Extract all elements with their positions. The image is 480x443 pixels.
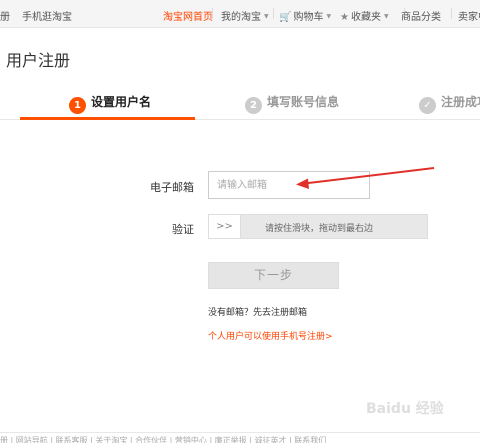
nav-favorites-label: 收藏夹 xyxy=(350,12,381,23)
step-label: 注册成功 xyxy=(441,95,480,109)
step-number-badge: 1 xyxy=(69,97,86,114)
star-icon: ★ xyxy=(340,12,349,23)
nav-cart-label: 购物车 xyxy=(293,12,324,23)
nav-cart-link[interactable]: 🛒 购物车 ▼ xyxy=(279,8,331,23)
watermark-logo: Baidu 经验 xyxy=(366,401,444,417)
mobile-register-link[interactable]: 个人用户可以使用手机号注册> xyxy=(208,329,333,342)
nav-favorites-link[interactable]: ★ 收藏夹 ▼ xyxy=(340,8,389,23)
active-step-underline xyxy=(20,117,195,120)
nav-divider xyxy=(273,8,274,19)
cart-icon: 🛒 xyxy=(279,12,292,23)
step-number-badge: 2 xyxy=(245,97,262,114)
next-step-button[interactable]: 下一步 xyxy=(208,262,339,289)
chevron-down-icon: ▼ xyxy=(326,13,332,20)
step-set-username: 1 设置用户名 xyxy=(69,93,151,114)
chevron-down-icon: ▼ xyxy=(264,13,269,20)
nav-seller-link[interactable]: 卖家中 xyxy=(458,8,480,23)
no-email-text[interactable]: 没有邮箱？先去注册邮箱 xyxy=(208,305,307,318)
step-register-success: ✓ 注册成功 xyxy=(419,93,480,114)
check-icon: ✓ xyxy=(419,97,436,114)
nav-mytaobao-link[interactable]: 我的淘宝 ▼ xyxy=(221,8,269,23)
footer-links: 册 | 网站导航 | 联系客服 | 关于淘宝 | 合作伙伴 | 营销中心 | 廉… xyxy=(0,436,327,443)
nav-divider xyxy=(451,8,452,19)
top-nav-bar: 册 手机逛淘宝 淘宝网首页 我的淘宝▼ 🛒购物车▼ ★收藏夹▼ 商品分类 卖家中 xyxy=(0,0,480,28)
step-indicator: 1 设置用户名 2 填写账号信息 ✓ 注册成功 xyxy=(0,86,480,120)
page-title: 用户注册 xyxy=(6,51,71,70)
step-label: 设置用户名 xyxy=(91,95,152,109)
slider-hint: 请按住滑块，拖动到最右边 xyxy=(265,224,374,234)
verify-label: 验证 xyxy=(172,223,194,236)
nav-mytaobao-label: 我的淘宝 xyxy=(221,12,261,23)
nav-register-link[interactable]: 册 xyxy=(0,8,10,23)
email-label: 电子邮箱 xyxy=(150,181,194,194)
chevron-down-icon: ▼ xyxy=(383,13,389,20)
nav-home-link[interactable]: 淘宝网首页 xyxy=(163,8,213,23)
slider-captcha[interactable]: >> 请按住滑块，拖动到最右边 xyxy=(208,214,428,239)
nav-mobile-taobao-link[interactable]: 手机逛淘宝 xyxy=(22,8,72,23)
nav-categories-link[interactable]: 商品分类 xyxy=(401,8,441,23)
slider-handle[interactable]: >> xyxy=(209,215,241,238)
nav-divider xyxy=(212,8,213,19)
step-fill-account-info: 2 填写账号信息 xyxy=(245,93,339,114)
email-field[interactable] xyxy=(208,171,370,199)
step-label: 填写账号信息 xyxy=(267,95,340,109)
